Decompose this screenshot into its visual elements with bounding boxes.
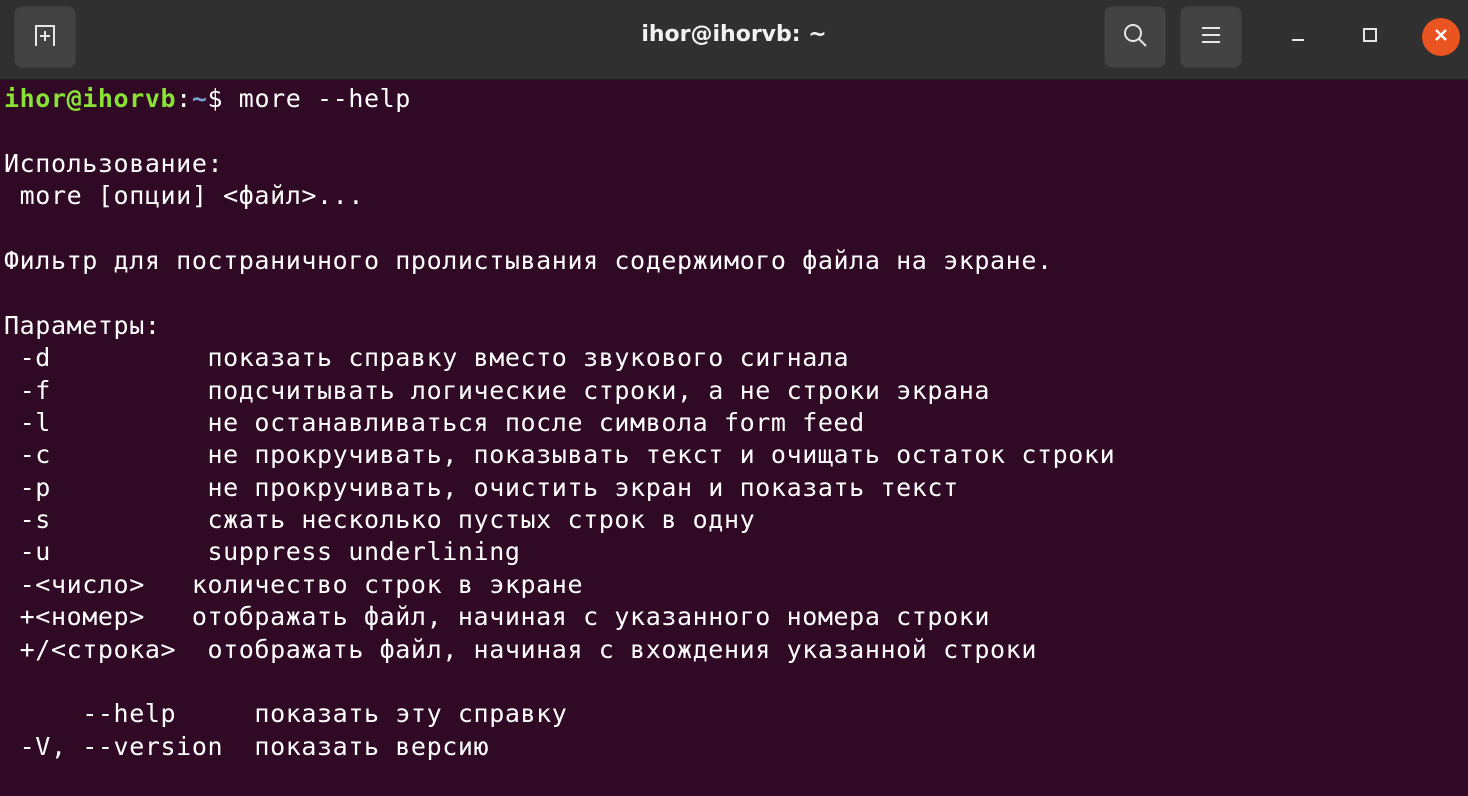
terminal-line: more [опции] <файл>... [4, 181, 364, 211]
maximize-icon [1360, 25, 1380, 49]
window-title: ihor@ihorvb: ~ [641, 22, 827, 47]
terminal-line: -V, --version показать версию [4, 731, 490, 761]
terminal-line: -s сжать несколько пустых строк в одну [4, 505, 756, 535]
terminal-line: +<номер> отображать файл, начиная с указ… [4, 602, 991, 632]
title-bar: ihor@ihorvb: ~ [0, 0, 1468, 80]
prompt-symbol: $ [207, 84, 239, 113]
terminal-line: Параметры: [4, 310, 161, 340]
minimize-icon [1288, 25, 1308, 49]
terminal-output[interactable]: ihor@ihorvb:~$ more --help Использование… [0, 81, 1468, 796]
terminal-line: -c не прокручивать, показывать текст и о… [4, 440, 1116, 470]
terminal-line: -f подсчитывать логические строки, а не … [4, 375, 991, 405]
terminal-line: -l не останавливаться после символа form… [4, 407, 865, 437]
close-icon [1431, 25, 1451, 49]
minimize-button[interactable] [1279, 18, 1317, 56]
hamburger-menu-icon [1199, 25, 1223, 49]
terminal-line: -<число> количество строк в экране [4, 569, 584, 599]
prompt-path: ~ [191, 84, 208, 113]
terminal-line: Использование: [4, 148, 224, 178]
terminal-line: -u suppress underlining [4, 537, 521, 567]
close-button[interactable] [1422, 18, 1460, 56]
prompt-user: ihor@ihorvb [4, 84, 177, 113]
search-button[interactable] [1104, 6, 1166, 68]
terminal-line: -p не прокручивать, очистить экран и пок… [4, 472, 959, 502]
menu-button[interactable] [1180, 6, 1242, 68]
search-icon [1121, 21, 1149, 53]
prompt-command: more --help [238, 84, 411, 113]
terminal-line: Фильтр для постраничного пролистывания с… [4, 245, 1053, 275]
terminal-line: --help показать эту справку [4, 699, 568, 729]
maximize-button[interactable] [1351, 18, 1389, 56]
terminal-line: +/<строка> отображать файл, начиная с вх… [4, 634, 1037, 664]
prompt-separator: : [176, 84, 192, 113]
prompt-line: ihor@ihorvb:~$ more --help [4, 83, 1468, 115]
terminal-line: -d показать справку вместо звукового сиг… [4, 343, 850, 373]
